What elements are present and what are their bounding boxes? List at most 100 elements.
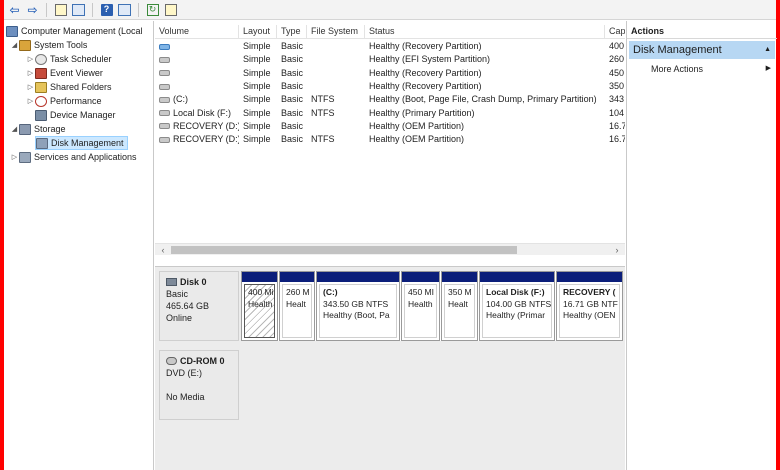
- back-arrow-icon[interactable]: ⇦: [7, 2, 22, 17]
- expand-icon[interactable]: ▷: [26, 69, 35, 77]
- scroll-left-icon[interactable]: ‹: [157, 244, 169, 256]
- expand-icon[interactable]: ▷: [26, 97, 35, 105]
- volume-row[interactable]: Simple Basic Healthy (Recovery Partition) 4…: [155, 40, 625, 53]
- layout-cell: Simple: [243, 107, 271, 118]
- collapse-icon[interactable]: ◢: [10, 125, 19, 133]
- tree-item-computer-management[interactable]: Computer Management (Local: [6, 24, 143, 38]
- disk-size: 465.64 GB: [166, 301, 210, 311]
- toolbar-separator: [92, 2, 93, 17]
- volume-icon: [159, 83, 170, 90]
- type-cell: Basic: [281, 134, 304, 145]
- actions-section-disk-management[interactable]: Disk Management ▲: [629, 41, 775, 59]
- tree-item-services-and-applications[interactable]: ▷ Services and Applications: [10, 150, 137, 164]
- disk-management-icon: [36, 137, 48, 149]
- volume-name: RECOVERY (D:): [173, 134, 239, 145]
- volume-cell: (C:): [155, 93, 239, 106]
- properties-icon[interactable]: [163, 2, 178, 17]
- cdrom-state: No Media: [166, 392, 205, 402]
- scroll-right-icon[interactable]: ›: [611, 244, 623, 256]
- help-icon[interactable]: ?: [99, 2, 114, 17]
- horizontal-scrollbar[interactable]: ‹ ›: [155, 243, 625, 255]
- toolbar-separator: [138, 2, 139, 17]
- actions-header: Actions: [627, 23, 777, 39]
- column-header-type[interactable]: Type: [277, 25, 307, 39]
- volume-name: Local Disk (F:): [173, 107, 232, 118]
- volume-row[interactable]: RECOVERY (D:) Simple Basic Healthy (OEM Par…: [155, 120, 625, 133]
- partition-size: 104.00 GB NTFS: [486, 298, 552, 309]
- partition-block[interactable]: 400 Mi Health: [241, 271, 278, 341]
- volume-cell: Local Disk (F:): [155, 107, 239, 120]
- partition-body: 400 Mi Health: [244, 284, 275, 338]
- expand-icon[interactable]: ▷: [26, 83, 35, 91]
- partition-block[interactable]: 450 MI Health: [401, 271, 440, 341]
- tree-item-system-tools[interactable]: ◢ System Tools: [10, 38, 87, 52]
- volume-row[interactable]: Simple Basic Healthy (Recovery Partition) 3…: [155, 80, 625, 93]
- tree-item-storage[interactable]: ◢ Storage: [10, 122, 66, 136]
- cdrom-0-label[interactable]: CD-ROM 0 DVD (E:) No Media: [159, 350, 239, 420]
- volume-row[interactable]: (C:) Simple Basic NTFS Healthy (Boot, Page F…: [155, 93, 625, 106]
- forward-arrow-icon[interactable]: ⇨: [25, 2, 40, 17]
- tree-item-device-manager[interactable]: Device Manager: [35, 108, 116, 122]
- collapse-icon[interactable]: ◢: [10, 41, 19, 49]
- layout-cell: Simple: [243, 67, 271, 78]
- up-folder-icon[interactable]: [53, 2, 68, 17]
- tree-item-label: Performance: [50, 96, 102, 106]
- fs-cell: NTFS: [311, 107, 335, 118]
- tree-item-shared-folders[interactable]: ▷ Shared Folders: [26, 80, 112, 94]
- layout-cell: Simple: [243, 41, 271, 51]
- disk-graphical-view: Disk 0 Basic 465.64 GB Online 400 Mi Hea…: [155, 266, 625, 470]
- partition-size: 350 M: [448, 287, 472, 297]
- more-actions-item[interactable]: More Actions ▶: [651, 62, 771, 76]
- tree-item-performance[interactable]: ▷ Performance: [26, 94, 102, 108]
- cd-rom-icon: [166, 357, 177, 365]
- fs-cell: NTFS: [311, 94, 335, 105]
- tree-item-disk-management[interactable]: Disk Management: [35, 136, 128, 150]
- volume-icon: [159, 123, 170, 130]
- expand-icon[interactable]: ▷: [26, 55, 35, 63]
- partition-bar: [317, 272, 399, 282]
- partition-block[interactable]: (C:) 343.50 GB NTFS Healthy (Boot, Pa: [316, 271, 400, 341]
- type-cell: Basic: [281, 94, 304, 105]
- cdrom-name: CD-ROM 0: [180, 356, 225, 366]
- partition-block[interactable]: RECOVERY ( 16.71 GB NTF Healthy (OEN: [556, 271, 623, 341]
- layout-cell: Simple: [243, 120, 271, 131]
- volume-name: RECOVERY (D:): [173, 120, 239, 131]
- partition-block[interactable]: 260 M Healt: [279, 271, 315, 341]
- refresh-icon[interactable]: ↻: [145, 2, 160, 17]
- column-header-volume[interactable]: Volume: [155, 25, 239, 39]
- column-header-file-system[interactable]: File System: [307, 25, 365, 39]
- fs-cell: [307, 40, 365, 53]
- volume-row[interactable]: Simple Basic Healthy (Recovery Partition) 4…: [155, 67, 625, 80]
- scrollbar-thumb[interactable]: [171, 246, 517, 254]
- partition-size: 450 MI: [408, 287, 434, 297]
- partition-status: Healthy (Boot, Pa: [323, 310, 390, 320]
- event-viewer-icon: [35, 67, 47, 79]
- volume-icon: [159, 43, 170, 50]
- volume-row[interactable]: Simple Basic Healthy (EFI System Partition…: [155, 53, 625, 66]
- fs-cell: [307, 67, 365, 80]
- tree-item-event-viewer[interactable]: ▷ Event Viewer: [26, 66, 103, 80]
- collapse-caret-icon[interactable]: ▲: [764, 41, 771, 59]
- volume-row[interactable]: Local Disk (F:) Simple Basic NTFS Healthy (P…: [155, 107, 625, 120]
- partition-bar: [280, 272, 314, 282]
- disk-0-label[interactable]: Disk 0 Basic 465.64 GB Online: [159, 271, 239, 341]
- volume-name: (C:): [173, 94, 188, 105]
- tree-item-label: Task Scheduler: [50, 54, 112, 64]
- partition-status: Health: [248, 298, 273, 309]
- type-cell: Basic: [281, 107, 304, 118]
- partition-bar: [557, 272, 622, 282]
- column-header-status[interactable]: Status: [365, 25, 605, 39]
- show-pane-icon[interactable]: [117, 2, 132, 17]
- show-hide-tree-icon[interactable]: [71, 2, 86, 17]
- tree-item-task-scheduler[interactable]: ▷ Task Scheduler: [26, 52, 112, 66]
- column-header-layout[interactable]: Layout: [239, 25, 277, 39]
- expand-icon[interactable]: ▷: [10, 153, 19, 161]
- volume-row[interactable]: RECOVERY (D:) Simple Basic NTFS Healthy (OEM…: [155, 133, 625, 146]
- partition-bar: [442, 272, 477, 282]
- partition-block[interactable]: 350 M Healt: [441, 271, 478, 341]
- status-cell: Healthy (Recovery Partition): [369, 67, 482, 78]
- partition-bar: [402, 272, 439, 282]
- partition-block[interactable]: Local Disk (F:) 104.00 GB NTFS Healthy (…: [479, 271, 555, 341]
- volume-icon: [159, 70, 170, 77]
- column-header-capacity[interactable]: Cap: [605, 25, 625, 39]
